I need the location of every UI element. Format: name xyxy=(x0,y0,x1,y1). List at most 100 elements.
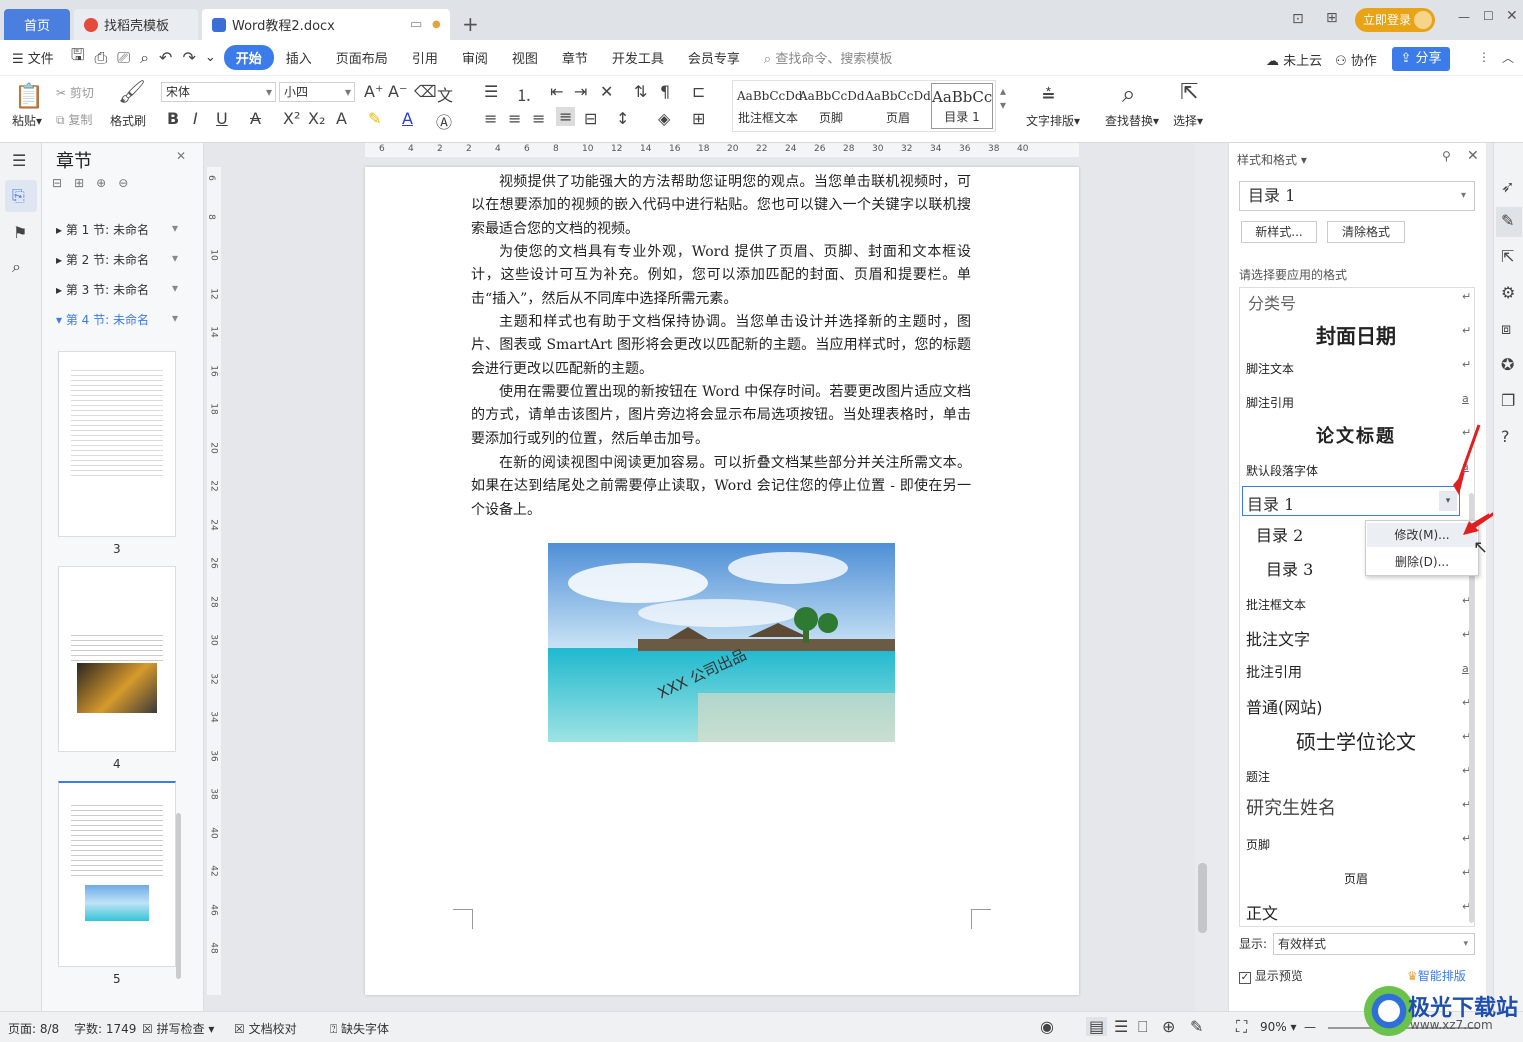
styles-pane-title[interactable]: 样式和格式 ▾ xyxy=(1237,151,1307,168)
compass-icon[interactable]: ✪ xyxy=(1501,355,1514,374)
tab-template[interactable]: 找稻壳模板 xyxy=(74,9,198,40)
spell-check-button[interactable]: ☒ 拼写检查 ▾ xyxy=(142,1020,214,1037)
reading-view-icon[interactable]: ⎕ xyxy=(1138,1017,1148,1037)
document-page[interactable]: 视频提供了功能强大的方法帮助您证明您的观点。当您单击联机视频时，可以在想要添加的… xyxy=(365,167,1079,995)
command-search[interactable]: ⌕ 查找命令、搜索模板 xyxy=(752,48,904,67)
outline-view-icon[interactable]: ☰ xyxy=(1114,1017,1128,1036)
login-button[interactable]: 立即登录 xyxy=(1355,8,1435,32)
monitor-icon[interactable]: ▭ xyxy=(410,17,422,32)
tab-section[interactable]: 章节 xyxy=(550,48,600,67)
justify-icon[interactable]: ≡ xyxy=(556,107,576,126)
align-left-icon[interactable]: ≡ xyxy=(484,109,497,128)
layout-icon[interactable]: ⊡ xyxy=(1292,11,1304,27)
clear-format-button[interactable]: 清除格式 xyxy=(1327,221,1405,243)
clear-format-icon[interactable]: ⌫ xyxy=(414,82,437,101)
quick-access-dropdown-icon[interactable]: ⌄ xyxy=(201,50,224,65)
distribute-icon[interactable]: ⊟ xyxy=(584,109,597,128)
style-item[interactable]: 普通(网站) xyxy=(1246,694,1462,718)
close-icon[interactable]: ✕ xyxy=(1506,8,1518,24)
style-item[interactable]: 分类号 xyxy=(1248,290,1464,314)
smart-layout-button[interactable]: ♛智能排版 xyxy=(1407,967,1466,984)
copy-button[interactable]: ⧉ 复制 xyxy=(56,111,92,128)
superscript-icon[interactable]: X² xyxy=(283,109,300,128)
expand-all-icon[interactable]: ⊞ xyxy=(74,176,96,190)
text-layout-button[interactable]: 文字排版▾ xyxy=(1026,112,1080,129)
style-item[interactable]: 页眉 xyxy=(1248,870,1464,887)
subscript-icon[interactable]: X₂ xyxy=(308,109,325,128)
style-item[interactable]: 题注 xyxy=(1246,768,1462,785)
style-card-toc1[interactable]: AaBbCcI 目录 1 xyxy=(931,83,993,129)
section-1[interactable]: ▸ 第 1 节: 未命名 ▾ xyxy=(56,221,178,238)
annotate-icon[interactable]: ✎ xyxy=(1190,1017,1203,1036)
new-style-button[interactable]: 新样式... xyxy=(1241,221,1317,243)
cursor-select-icon[interactable]: ⇱ xyxy=(1180,80,1198,105)
tab-home[interactable]: 首页 xyxy=(4,9,70,40)
sort-icon[interactable]: ⇅ xyxy=(634,82,647,101)
cut-button[interactable]: ✂ 剪切 xyxy=(56,84,94,101)
tab-review[interactable]: 审阅 xyxy=(450,48,500,67)
beach-image[interactable]: XXX 公司出品 xyxy=(548,543,895,742)
numbered-list-icon[interactable]: ⒈ xyxy=(516,82,532,106)
cloud-status[interactable]: ☁ 未上云 xyxy=(1266,50,1322,69)
doc-proofread-button[interactable]: ☒ 文档校对 xyxy=(234,1020,297,1037)
paragraph-2[interactable]: 为使您的文档具有专业外观，Word 提供了页眉、页脚、封面和文本框设计，这些设计… xyxy=(471,241,971,311)
zoom-level[interactable]: 90% ▾ xyxy=(1260,1020,1297,1034)
apps-grid-icon[interactable]: ⊞ xyxy=(1326,10,1338,26)
page-thumbnail[interactable] xyxy=(58,566,176,752)
paragraph-5[interactable]: 在新的阅读视图中阅读更加容易。可以折叠文档某些部分并关注所需文本。如果在达到结尾… xyxy=(471,452,971,522)
style-item[interactable]: 脚注文本 xyxy=(1246,360,1462,377)
maximize-icon[interactable]: ☐ xyxy=(1483,9,1494,23)
strikethrough-icon[interactable]: A xyxy=(250,109,261,128)
tab-start[interactable]: 开始 xyxy=(223,45,274,70)
close-pane-icon[interactable]: ✕ xyxy=(176,149,186,163)
font-select[interactable]: 宋体 ▾ xyxy=(161,82,276,102)
style-card-comment-box[interactable]: AaBbCcDd 批注框文本 xyxy=(737,89,803,126)
style-item[interactable]: 脚注引用 xyxy=(1246,394,1462,411)
vertical-scrollbar[interactable] xyxy=(1195,143,1210,1011)
properties-icon[interactable]: ⚙ xyxy=(1501,283,1515,302)
align-center-icon[interactable]: ≡ xyxy=(508,109,521,128)
find-icon[interactable]: ⌕ xyxy=(1122,80,1135,108)
outline-icon[interactable]: ☰ xyxy=(12,151,26,170)
page-status[interactable]: 页面: 8/8 xyxy=(8,1020,59,1037)
style-pen-icon[interactable]: ✎ xyxy=(1501,211,1514,230)
line-spacing-icon[interactable]: ↕ xyxy=(616,109,629,128)
char-border-icon[interactable]: Ⓐ xyxy=(436,109,452,133)
bold-icon[interactable]: B xyxy=(167,109,179,128)
page-view-icon[interactable]: ▤ xyxy=(1086,1017,1108,1036)
underline-icon[interactable]: U xyxy=(216,109,228,128)
chapter-nav-icon[interactable]: ⎘ xyxy=(12,186,25,206)
page-thumbnail[interactable] xyxy=(58,351,176,537)
font-grow-icon[interactable]: A⁺ xyxy=(364,82,383,101)
print-icon[interactable]: ⎚ xyxy=(112,48,135,68)
text-effect-icon[interactable]: A xyxy=(336,109,347,128)
section-2[interactable]: ▸ 第 2 节: 未命名 ▾ xyxy=(56,251,178,268)
style-card-header[interactable]: AaBbCcDd 页眉 xyxy=(865,89,931,126)
decrease-indent-icon[interactable]: ⇤ xyxy=(550,82,563,101)
image-tools-icon[interactable]: ⧈ xyxy=(1501,319,1511,339)
pane-scrollbar[interactable] xyxy=(176,813,181,979)
style-item[interactable]: 封面日期 xyxy=(1248,320,1464,349)
file-menu[interactable]: ☰ 文件 xyxy=(0,48,66,67)
collapse-all-icon[interactable]: ⊟ xyxy=(52,176,74,190)
format-painter-icon[interactable]: 🖌 xyxy=(118,80,146,105)
collapse-ribbon-icon[interactable]: ︿ xyxy=(1502,49,1514,66)
tab-stops-icon[interactable]: ⊏ xyxy=(692,82,705,101)
italic-icon[interactable]: I xyxy=(193,109,198,128)
eye-protect-icon[interactable]: ◉ xyxy=(1040,1017,1054,1036)
style-item[interactable]: 批注框文本 xyxy=(1246,596,1462,613)
export-pdf-icon[interactable]: ⎙ xyxy=(89,48,112,68)
undo-icon[interactable]: ↶ xyxy=(154,48,177,67)
horizontal-ruler[interactable]: 6 4 2 2 4 6 8 10 12 14 16 18 20 22 24 26 28 30 32 34 36 38 40 xyxy=(365,143,1079,157)
fit-page-icon[interactable]: ⛶ xyxy=(1236,1017,1247,1037)
remove-section-icon[interactable]: ⊖ xyxy=(118,176,140,190)
font-shrink-icon[interactable]: A⁻ xyxy=(388,82,407,101)
tab-references[interactable]: 引用 xyxy=(400,48,450,67)
paste-icon[interactable]: 📋 xyxy=(14,82,44,110)
shading-icon[interactable]: ◈ xyxy=(658,109,670,128)
minimize-icon[interactable]: — xyxy=(1458,10,1470,24)
new-tab-icon[interactable]: + xyxy=(462,12,479,36)
rocket-icon[interactable]: ➶ xyxy=(1501,177,1514,196)
borders-icon[interactable]: ⊞ xyxy=(692,109,705,128)
print-preview-icon[interactable]: ⌕ xyxy=(135,48,154,68)
